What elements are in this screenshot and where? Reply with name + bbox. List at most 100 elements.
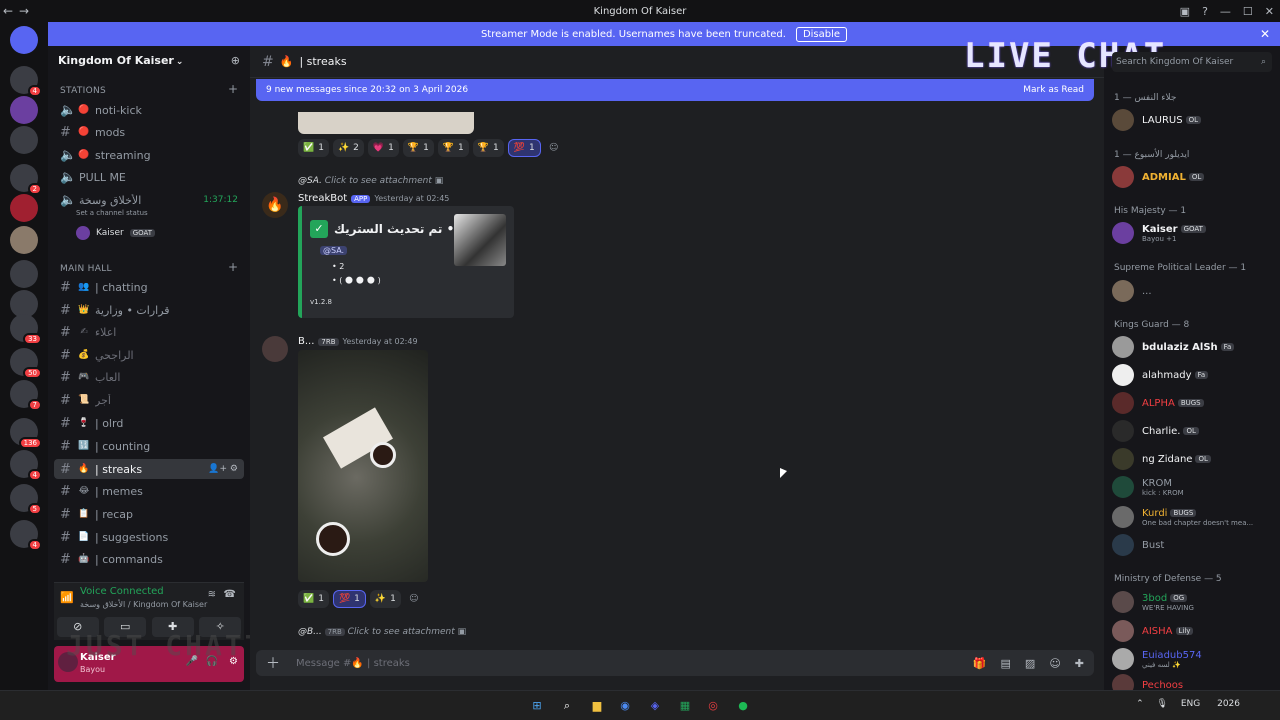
author-name[interactable]: StreakBot xyxy=(298,193,347,204)
mark-as-read-button[interactable]: Mark as Read xyxy=(1023,85,1084,95)
channel-item[interactable]: # 📋 | recap xyxy=(54,504,244,524)
reply-preview[interactable]: @B... 7RB Click to see attachment ▣ xyxy=(298,627,466,637)
chevron-up-icon[interactable]: ⌃ xyxy=(1136,699,1144,709)
gif-icon[interactable]: ▤ xyxy=(1001,657,1011,670)
server-icon[interactable] xyxy=(10,226,38,254)
server-icon[interactable]: 4 xyxy=(10,66,42,97)
member-item[interactable]: Charlie. OL xyxy=(1112,418,1274,444)
attach-plus-icon[interactable]: ＋ xyxy=(266,653,280,673)
emoji-icon[interactable]: ☺ xyxy=(1049,657,1060,670)
channel-pull-me[interactable]: 🔈 PULL ME xyxy=(54,167,244,187)
help-icon[interactable]: ? xyxy=(1202,5,1208,18)
channel-item[interactable]: # 🎮 العاب xyxy=(54,367,244,387)
apps-icon[interactable]: ✚ xyxy=(1075,657,1084,670)
voice-channel-path[interactable]: الأخلاق وسخة / Kingdom Of Kaiser xyxy=(80,600,207,609)
forward-icon[interactable]: → xyxy=(16,4,32,18)
close-window-icon[interactable]: ✕ xyxy=(1265,5,1274,18)
member-item[interactable]: bdulaziz AlSh Fa xyxy=(1112,334,1274,360)
author-name[interactable]: B... xyxy=(298,336,314,347)
server-icon[interactable]: 33 xyxy=(10,314,42,345)
reaction[interactable]: ✨ 2 xyxy=(332,139,364,157)
avatar[interactable] xyxy=(262,336,288,362)
avatar[interactable]: 🔥 xyxy=(262,192,288,218)
member-item[interactable]: Kurdi BUGS One bad chapter doesn't mea... xyxy=(1112,504,1274,530)
gift-icon[interactable]: 🎁 xyxy=(973,657,987,670)
server-icon[interactable]: 136 xyxy=(10,418,42,449)
channel-item[interactable]: # 👑 قرارات • وزارية xyxy=(54,300,244,320)
server-icon[interactable]: 50 xyxy=(10,348,42,379)
voice-status[interactable]: Voice Connected xyxy=(80,586,164,597)
mic-icon[interactable]: 🎙 xyxy=(1157,699,1168,709)
reaction[interactable]: ✨ 1 xyxy=(369,590,401,608)
member-item[interactable]: Kaiser GOAT Bayou +1 xyxy=(1112,220,1274,246)
start-icon[interactable]: ⊞ xyxy=(528,697,546,715)
language-indicator[interactable]: ENG xyxy=(1181,699,1200,709)
add-reaction-icon[interactable]: ☺ xyxy=(545,139,563,157)
member-item[interactable]: ADMIAL OL xyxy=(1112,164,1274,190)
server-icon[interactable] xyxy=(10,126,38,154)
minimize-icon[interactable]: — xyxy=(1220,5,1231,18)
user-mention[interactable]: @SA. xyxy=(320,246,348,255)
category-stations[interactable]: STATIONS xyxy=(60,86,106,96)
server-icon[interactable]: 4 xyxy=(10,520,42,551)
reaction[interactable]: ✅ 1 xyxy=(298,590,329,608)
channel-streaming[interactable]: 🔈 🔴 streaming xyxy=(54,145,244,165)
server-icon[interactable]: 4 xyxy=(10,450,42,481)
channel-item[interactable]: # 🍷 | olrd xyxy=(54,413,244,433)
embed-thumbnail[interactable] xyxy=(454,214,506,266)
member-item[interactable]: Bust xyxy=(1112,532,1274,558)
reaction[interactable]: 💯 1 xyxy=(332,590,366,608)
sticker-icon[interactable]: ▨ xyxy=(1025,657,1035,670)
noise-suppression-icon[interactable]: ≋ xyxy=(208,589,216,600)
search-icon[interactable]: ⌕ xyxy=(558,697,576,715)
message-composer[interactable]: ＋ Message #🔥 | streaks 🎁 ▤ ▨ ☺ ✚ xyxy=(256,650,1094,676)
add-channel-icon[interactable]: + xyxy=(228,82,238,96)
member-item[interactable]: ... xyxy=(1112,278,1274,304)
search-input[interactable]: Search Kingdom Of Kaiser ⌕ xyxy=(1112,52,1272,72)
spotify-icon[interactable]: ● xyxy=(734,697,752,715)
member-item[interactable]: ng Zidane OL xyxy=(1112,446,1274,472)
channel-settings-icon[interactable]: 👤+ ⚙ xyxy=(208,464,238,474)
invite-icon[interactable]: ⊕ xyxy=(231,54,240,67)
voice-user[interactable]: Kaiser GOAT xyxy=(76,226,156,240)
disconnect-icon[interactable]: ☎ xyxy=(224,589,236,600)
image-attachment[interactable] xyxy=(298,112,474,134)
member-item[interactable]: ALPHA BUGS xyxy=(1112,390,1274,416)
add-channel-icon[interactable]: + xyxy=(228,260,238,274)
new-messages-bar[interactable]: 9 new messages since 20:32 on 3 April 20… xyxy=(256,79,1094,101)
channel-noti-kick[interactable]: 🔈 🔴 noti-kick xyxy=(54,100,244,120)
voice-channel-active[interactable]: 🔈 الأخلاق وسخة 1:37:12 xyxy=(54,190,244,210)
channel-item[interactable]: # 📄 | suggestions xyxy=(54,527,244,547)
reaction[interactable]: 🏆 1 xyxy=(472,139,504,157)
server-icon[interactable]: 5 xyxy=(10,484,42,515)
channel-streaks[interactable]: # 🔥 | streaks 👤+ ⚙ xyxy=(54,459,244,479)
back-icon[interactable]: ← xyxy=(0,4,16,18)
obs-icon[interactable]: ◎ xyxy=(704,697,722,715)
server-icon[interactable] xyxy=(10,260,38,288)
category-main-hall[interactable]: MAIN HALL xyxy=(60,264,112,274)
channel-mods[interactable]: # 🔴 mods xyxy=(54,122,244,142)
clock-date[interactable]: 2026 xyxy=(1217,699,1240,709)
member-item[interactable]: KROM kick : KROM xyxy=(1112,474,1274,500)
server-icon[interactable] xyxy=(10,96,38,124)
image-attachment[interactable] xyxy=(298,350,428,582)
excel-icon[interactable]: ▦ xyxy=(676,697,694,715)
maximize-icon[interactable]: ☐ xyxy=(1243,5,1253,18)
reaction[interactable]: 💯 1 xyxy=(507,139,541,157)
server-name-button[interactable]: Kingdom Of Kaiser ⌄ xyxy=(58,54,183,67)
server-icon[interactable]: 2 xyxy=(10,164,42,195)
member-item[interactable]: alahmady Fa xyxy=(1112,362,1274,388)
message-input[interactable]: Message #🔥 | streaks xyxy=(296,658,410,669)
member-item[interactable]: 3bod OG WE'RE HAVING xyxy=(1112,589,1274,615)
add-reaction-icon[interactable]: ☺ xyxy=(405,590,423,608)
channel-item[interactable]: # 🤖 | commands xyxy=(54,549,244,569)
channel-item[interactable]: # ✍ اعلاء xyxy=(54,322,244,342)
server-icon[interactable] xyxy=(10,194,38,222)
server-icon[interactable]: 7 xyxy=(10,380,42,411)
disable-button[interactable]: Disable xyxy=(795,26,848,42)
channel-status-hint[interactable]: Set a channel status xyxy=(76,209,148,217)
member-item[interactable]: AISHA Lily xyxy=(1112,618,1274,644)
reaction[interactable]: ✅ 1 xyxy=(298,139,329,157)
reply-preview[interactable]: @SA. Click to see attachment ▣ xyxy=(298,176,443,186)
file-explorer-icon[interactable]: ▆ xyxy=(588,697,606,715)
